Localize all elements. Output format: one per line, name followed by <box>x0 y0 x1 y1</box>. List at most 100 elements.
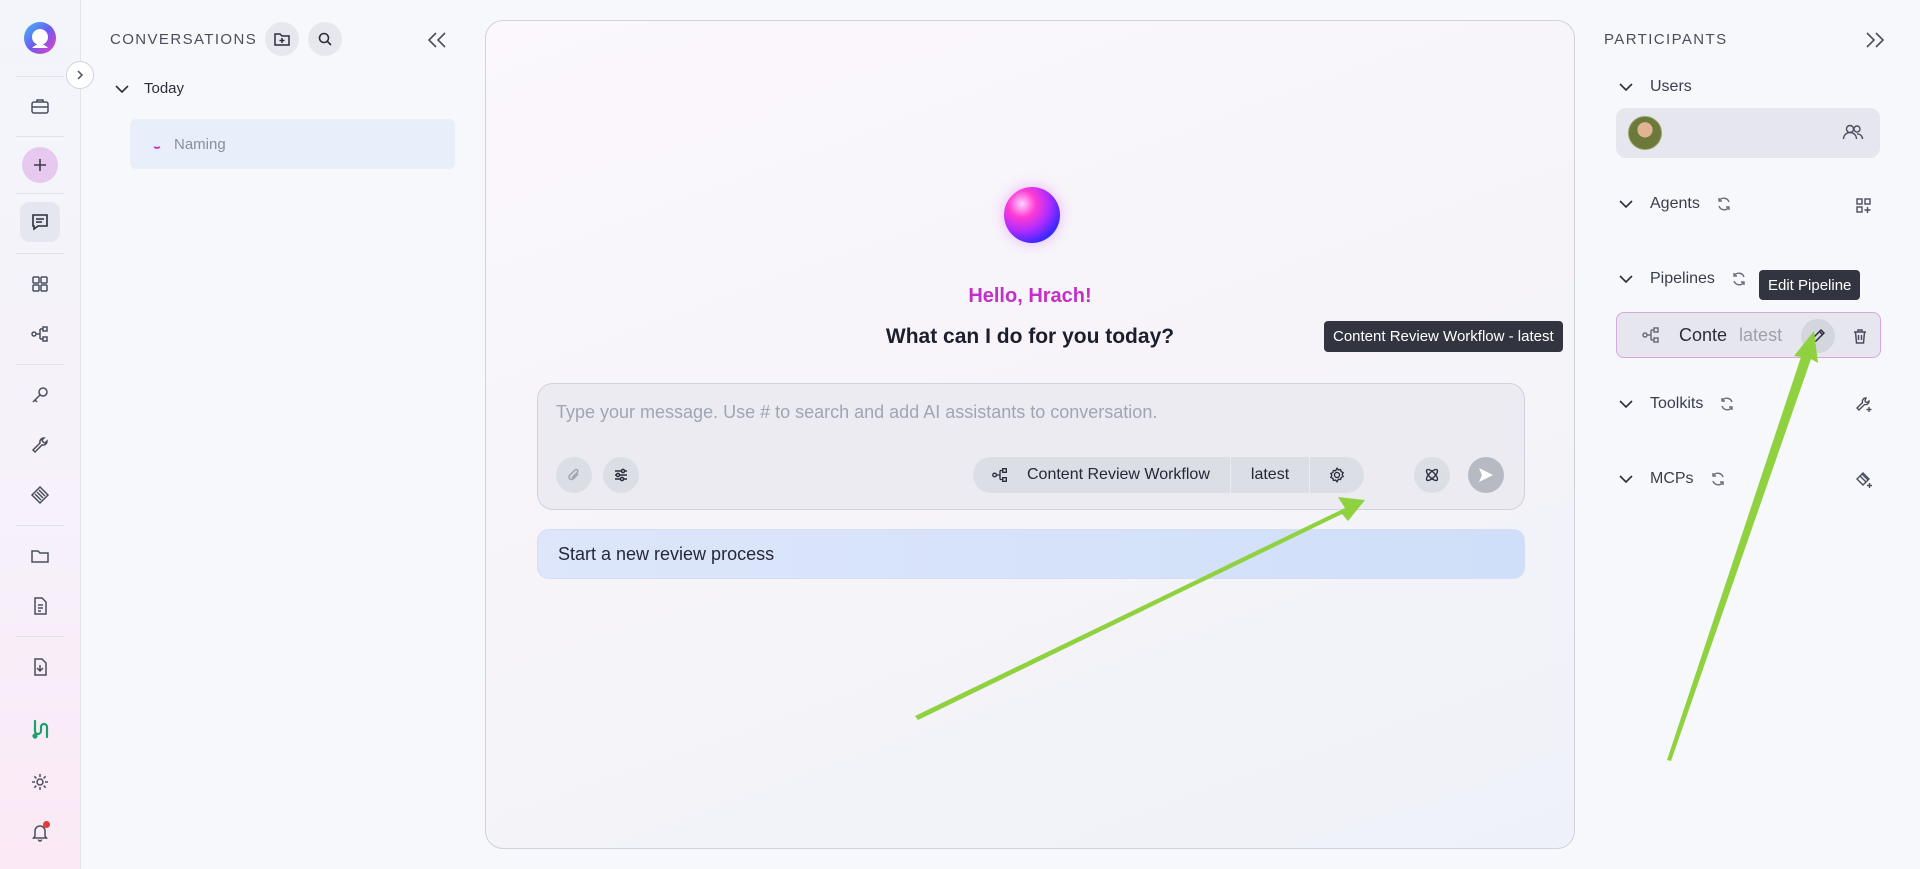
pipeline-chip-name[interactable]: Content Review Workflow <box>1019 457 1230 493</box>
users-group-icon[interactable] <box>1842 123 1864 141</box>
chevron-down-icon <box>115 84 129 93</box>
settings-icon[interactable] <box>20 762 60 802</box>
left-rail <box>0 0 81 869</box>
refresh-icon <box>1733 272 1745 286</box>
gear-icon <box>1330 467 1345 483</box>
chat-area: Hello, Hrach! What can I do for you toda… <box>485 20 1575 849</box>
section-label: Toolkits <box>1650 395 1704 412</box>
bell-icon[interactable] <box>20 812 60 852</box>
avatar <box>1628 116 1662 150</box>
add-toolkit-button[interactable] <box>1852 393 1876 417</box>
paperclip-icon <box>568 468 579 481</box>
selected-pipeline-chip[interactable]: Content Review Workflow latest <box>973 457 1365 493</box>
section-label: Agents <box>1650 195 1700 212</box>
rail-divider <box>16 136 64 137</box>
conversations-title: CONVERSATIONS <box>110 31 258 48</box>
notification-badge <box>43 821 50 828</box>
rail-divider <box>16 636 64 637</box>
conversation-group-today[interactable]: Today <box>114 80 184 97</box>
loading-spinner-icon <box>152 139 162 149</box>
conversation-item-label: Naming <box>174 135 226 153</box>
send-button[interactable] <box>1468 457 1504 493</box>
section-toolkits[interactable]: Toolkits <box>1616 395 1735 413</box>
folder-plus-icon <box>274 33 290 46</box>
participants-title: PARTICIPANTS <box>1604 31 1728 48</box>
add-mcp-button[interactable] <box>1852 468 1876 492</box>
chevron-down-icon <box>1619 83 1633 92</box>
pipeline-icon <box>973 457 1019 493</box>
folder-icon[interactable] <box>20 536 60 576</box>
sliders-icon <box>615 468 627 482</box>
trash-icon <box>1854 329 1866 344</box>
chevron-right-icon <box>77 70 84 80</box>
plus-icon[interactable] <box>22 147 58 183</box>
wrench-plus-icon <box>1856 397 1872 412</box>
send-icon <box>1479 468 1493 482</box>
refresh-icon <box>1718 197 1730 211</box>
pipeline-chip-version[interactable]: latest <box>1229 457 1309 493</box>
app-logo-icon[interactable] <box>20 18 60 58</box>
pipeline-name-tooltip: Content Review Workflow - latest <box>1324 321 1563 352</box>
mcp-plus-icon <box>1856 472 1872 488</box>
section-mcps[interactable]: MCPs <box>1616 470 1726 488</box>
pipeline-card[interactable]: Conte latest <box>1616 312 1881 358</box>
import-icon[interactable] <box>20 647 60 687</box>
remove-pipeline-button[interactable] <box>1414 457 1450 493</box>
search-conversations-button[interactable] <box>308 22 342 56</box>
edit-pipeline-tooltip: Edit Pipeline <box>1759 270 1861 300</box>
pipeline-settings-button[interactable] <box>1309 457 1364 493</box>
section-agents[interactable]: Agents <box>1616 195 1732 213</box>
rail-divider <box>16 364 64 365</box>
add-agent-button[interactable] <box>1852 194 1876 218</box>
chevron-down-icon <box>1619 200 1633 209</box>
prompt-icon[interactable] <box>20 475 60 515</box>
settings-sliders-button[interactable] <box>603 457 639 493</box>
user-card[interactable] <box>1616 108 1880 158</box>
section-label: MCPs <box>1650 470 1694 487</box>
new-folder-button[interactable] <box>265 22 299 56</box>
grid-icon[interactable] <box>20 264 60 304</box>
chevron-down-icon <box>1619 475 1633 484</box>
chevron-down-icon <box>1619 275 1633 284</box>
delete-pipeline-button[interactable] <box>1843 319 1877 353</box>
greeting-text: Hello, Hrach! <box>968 285 1092 307</box>
refresh-icon <box>1721 397 1734 411</box>
message-composer: Content Review Workflow latest <box>537 383 1525 510</box>
pipeline-icon <box>1642 327 1659 343</box>
tools-icon[interactable] <box>20 709 60 749</box>
attach-button[interactable] <box>556 457 592 493</box>
key-icon[interactable] <box>20 375 60 415</box>
chevron-down-icon <box>1619 400 1633 409</box>
briefcase-icon[interactable] <box>20 86 60 126</box>
pipeline-icon[interactable] <box>20 314 60 354</box>
rail-divider <box>16 76 64 77</box>
refresh-icon <box>1711 472 1724 486</box>
pencil-icon <box>1810 328 1826 344</box>
participants-panel: PARTICIPANTS Users Agents Pipelines Edit… <box>1590 0 1920 869</box>
assistant-orb-icon <box>1004 187 1060 243</box>
section-pipelines[interactable]: Pipelines <box>1616 270 1747 288</box>
grid-plus-icon <box>1856 198 1871 213</box>
search-icon <box>318 32 332 46</box>
section-label: Users <box>1650 78 1692 95</box>
atom-close-icon <box>1425 468 1439 482</box>
rail-divider <box>16 525 64 526</box>
document-icon[interactable] <box>20 586 60 626</box>
collapse-participants-button[interactable] <box>1860 25 1890 55</box>
conversation-item[interactable]: Naming <box>130 119 455 169</box>
pipeline-card-version: latest <box>1739 324 1783 345</box>
conversations-panel: CONVERSATIONS Today Naming <box>82 0 462 869</box>
section-label: Pipelines <box>1650 270 1715 287</box>
rail-divider <box>16 253 64 254</box>
edit-pipeline-button[interactable] <box>1801 319 1835 353</box>
wrench-icon[interactable] <box>20 425 60 465</box>
section-users[interactable]: Users <box>1616 78 1692 96</box>
double-chevron-left-icon <box>427 32 446 48</box>
collapse-conversations-button[interactable] <box>422 25 452 55</box>
suggestion-chip[interactable]: Start a new review process <box>537 529 1525 579</box>
double-chevron-right-icon <box>1866 32 1885 48</box>
expand-sidebar-button[interactable] <box>66 61 94 89</box>
message-input[interactable] <box>556 402 1496 432</box>
group-label: Today <box>144 80 185 97</box>
chat-icon[interactable] <box>20 202 60 242</box>
